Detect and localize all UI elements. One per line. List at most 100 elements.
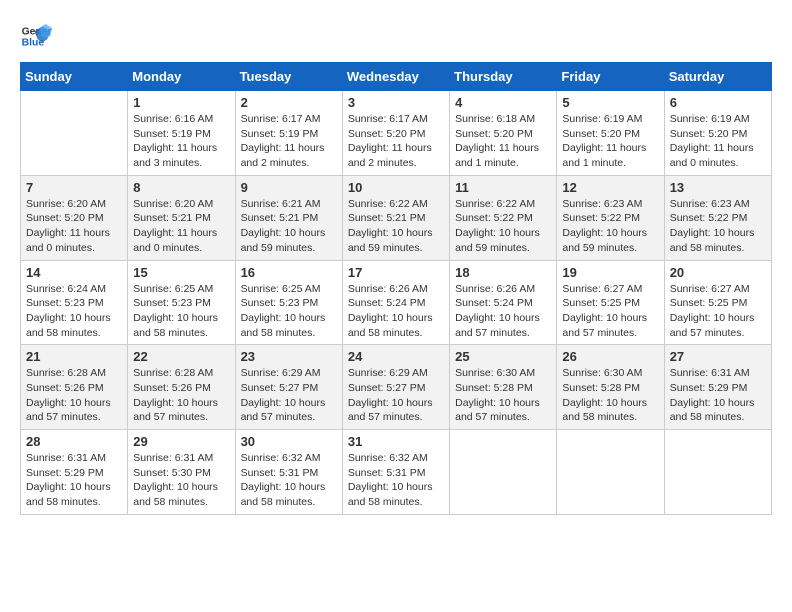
day-info-line: and 3 minutes. <box>133 156 229 171</box>
day-info-line: and 59 minutes. <box>455 241 551 256</box>
day-cell: 31Sunrise: 6:32 AMSunset: 5:31 PMDayligh… <box>342 430 449 515</box>
day-info-line: Daylight: 10 hours <box>26 311 122 326</box>
day-info-line: Sunrise: 6:31 AM <box>670 366 766 381</box>
day-info-line: Sunset: 5:31 PM <box>348 466 444 481</box>
day-info-line: and 1 minute. <box>562 156 658 171</box>
day-cell: 16Sunrise: 6:25 AMSunset: 5:23 PMDayligh… <box>235 260 342 345</box>
day-number: 10 <box>348 180 444 195</box>
day-info-line: and 58 minutes. <box>670 410 766 425</box>
day-info-line: Sunset: 5:21 PM <box>133 211 229 226</box>
day-cell: 27 Sunrise: 6:31 AMSunset: 5:29 PMDayligh… <box>664 345 771 430</box>
day-info-line: Sunrise: 6:16 AM <box>133 112 229 127</box>
day-info-line: Daylight: 10 hours <box>133 311 229 326</box>
day-info-line: and 58 minutes. <box>133 495 229 510</box>
day-number: 21 <box>26 349 122 364</box>
week-row-4: 21Sunrise: 6:28 AMSunset: 5:26 PMDayligh… <box>21 345 772 430</box>
day-info-line: Sunset: 5:21 PM <box>348 211 444 226</box>
day-info-line: Sunset: 5:25 PM <box>670 296 766 311</box>
header-monday: Monday <box>128 63 235 91</box>
header-wednesday: Wednesday <box>342 63 449 91</box>
day-number: 20 <box>670 265 766 280</box>
day-cell: 13Sunrise: 6:23 AMSunset: 5:22 PMDayligh… <box>664 175 771 260</box>
day-info-line: and 59 minutes. <box>562 241 658 256</box>
day-info-line: and 0 minutes. <box>133 241 229 256</box>
day-info-line: Daylight: 10 hours <box>26 480 122 495</box>
day-cell: 1Sunrise: 6:16 AMSunset: 5:19 PMDaylight… <box>128 91 235 176</box>
day-info-line: Daylight: 10 hours <box>562 311 658 326</box>
day-info-line: Daylight: 11 hours <box>455 141 551 156</box>
day-info-line: Sunrise: 6:30 AM <box>562 366 658 381</box>
day-info-line: and 57 minutes. <box>670 326 766 341</box>
day-info-line: Daylight: 10 hours <box>241 226 337 241</box>
day-cell: 22Sunrise: 6:28 AMSunset: 5:26 PMDayligh… <box>128 345 235 430</box>
header-row: SundayMondayTuesdayWednesdayThursdayFrid… <box>21 63 772 91</box>
day-info-line: Sunset: 5:29 PM <box>670 381 766 396</box>
day-number: 31 <box>348 434 444 449</box>
day-cell: 14Sunrise: 6:24 AMSunset: 5:23 PMDayligh… <box>21 260 128 345</box>
day-info-line: Sunset: 5:29 PM <box>26 466 122 481</box>
day-info-line: Sunset: 5:26 PM <box>26 381 122 396</box>
day-info-line: Sunset: 5:28 PM <box>562 381 658 396</box>
day-number: 4 <box>455 95 551 110</box>
day-cell: 24Sunrise: 6:29 AMSunset: 5:27 PMDayligh… <box>342 345 449 430</box>
day-info-line: and 57 minutes. <box>348 410 444 425</box>
day-number: 27 <box>670 349 766 364</box>
day-info-line: Sunset: 5:20 PM <box>562 127 658 142</box>
day-cell: 23Sunrise: 6:29 AMSunset: 5:27 PMDayligh… <box>235 345 342 430</box>
day-number: 28 <box>26 434 122 449</box>
day-info-line: Daylight: 10 hours <box>670 396 766 411</box>
day-info-line: and 57 minutes. <box>455 410 551 425</box>
day-number: 16 <box>241 265 337 280</box>
day-info-line: Sunset: 5:20 PM <box>348 127 444 142</box>
day-number: 12 <box>562 180 658 195</box>
header-thursday: Thursday <box>450 63 557 91</box>
day-info-line: Daylight: 10 hours <box>348 311 444 326</box>
day-info-line: Sunrise: 6:18 AM <box>455 112 551 127</box>
day-info-line: Sunset: 5:23 PM <box>133 296 229 311</box>
day-info-line: and 58 minutes. <box>133 326 229 341</box>
day-info-line: Daylight: 11 hours <box>133 226 229 241</box>
day-info-line: Sunrise: 6:23 AM <box>670 197 766 212</box>
day-info-line: Sunrise: 6:19 AM <box>562 112 658 127</box>
day-info-line: Sunrise: 6:27 AM <box>562 282 658 297</box>
day-number: 2 <box>241 95 337 110</box>
day-info-line: Daylight: 10 hours <box>670 226 766 241</box>
day-info-line: Sunrise: 6:29 AM <box>241 366 337 381</box>
day-info-line: Sunset: 5:19 PM <box>241 127 337 142</box>
day-info-line: and 58 minutes. <box>26 495 122 510</box>
day-number: 22 <box>133 349 229 364</box>
day-info-line: Sunset: 5:19 PM <box>133 127 229 142</box>
day-info-line: and 58 minutes. <box>670 241 766 256</box>
day-cell <box>21 91 128 176</box>
day-number: 9 <box>241 180 337 195</box>
header-sunday: Sunday <box>21 63 128 91</box>
day-number: 29 <box>133 434 229 449</box>
day-info-line: Sunrise: 6:26 AM <box>348 282 444 297</box>
day-cell: 28Sunrise: 6:31 AMSunset: 5:29 PMDayligh… <box>21 430 128 515</box>
day-cell: 3Sunrise: 6:17 AMSunset: 5:20 PMDaylight… <box>342 91 449 176</box>
day-number: 15 <box>133 265 229 280</box>
day-info-line: Sunset: 5:27 PM <box>241 381 337 396</box>
day-info-line: Sunrise: 6:32 AM <box>241 451 337 466</box>
day-info-line: Daylight: 10 hours <box>348 480 444 495</box>
day-info-line: and 58 minutes. <box>562 410 658 425</box>
day-number: 30 <box>241 434 337 449</box>
day-info-line: Sunrise: 6:25 AM <box>133 282 229 297</box>
calendar: SundayMondayTuesdayWednesdayThursdayFrid… <box>20 62 772 515</box>
day-info-line: Daylight: 11 hours <box>670 141 766 156</box>
day-cell: 4Sunrise: 6:18 AMSunset: 5:20 PMDaylight… <box>450 91 557 176</box>
day-number: 8 <box>133 180 229 195</box>
day-cell: 12Sunrise: 6:23 AMSunset: 5:22 PMDayligh… <box>557 175 664 260</box>
day-info-line: and 58 minutes. <box>348 495 444 510</box>
day-number: 13 <box>670 180 766 195</box>
day-info-line: Sunset: 5:24 PM <box>348 296 444 311</box>
day-info-line: Daylight: 10 hours <box>455 226 551 241</box>
day-number: 3 <box>348 95 444 110</box>
day-info-line: Sunset: 5:23 PM <box>241 296 337 311</box>
day-info-line: Daylight: 11 hours <box>241 141 337 156</box>
day-info-line: and 57 minutes. <box>133 410 229 425</box>
day-info-line: Daylight: 10 hours <box>348 226 444 241</box>
logo-icon: General Blue <box>20 20 52 52</box>
day-number: 23 <box>241 349 337 364</box>
week-row-2: 7Sunrise: 6:20 AMSunset: 5:20 PMDaylight… <box>21 175 772 260</box>
